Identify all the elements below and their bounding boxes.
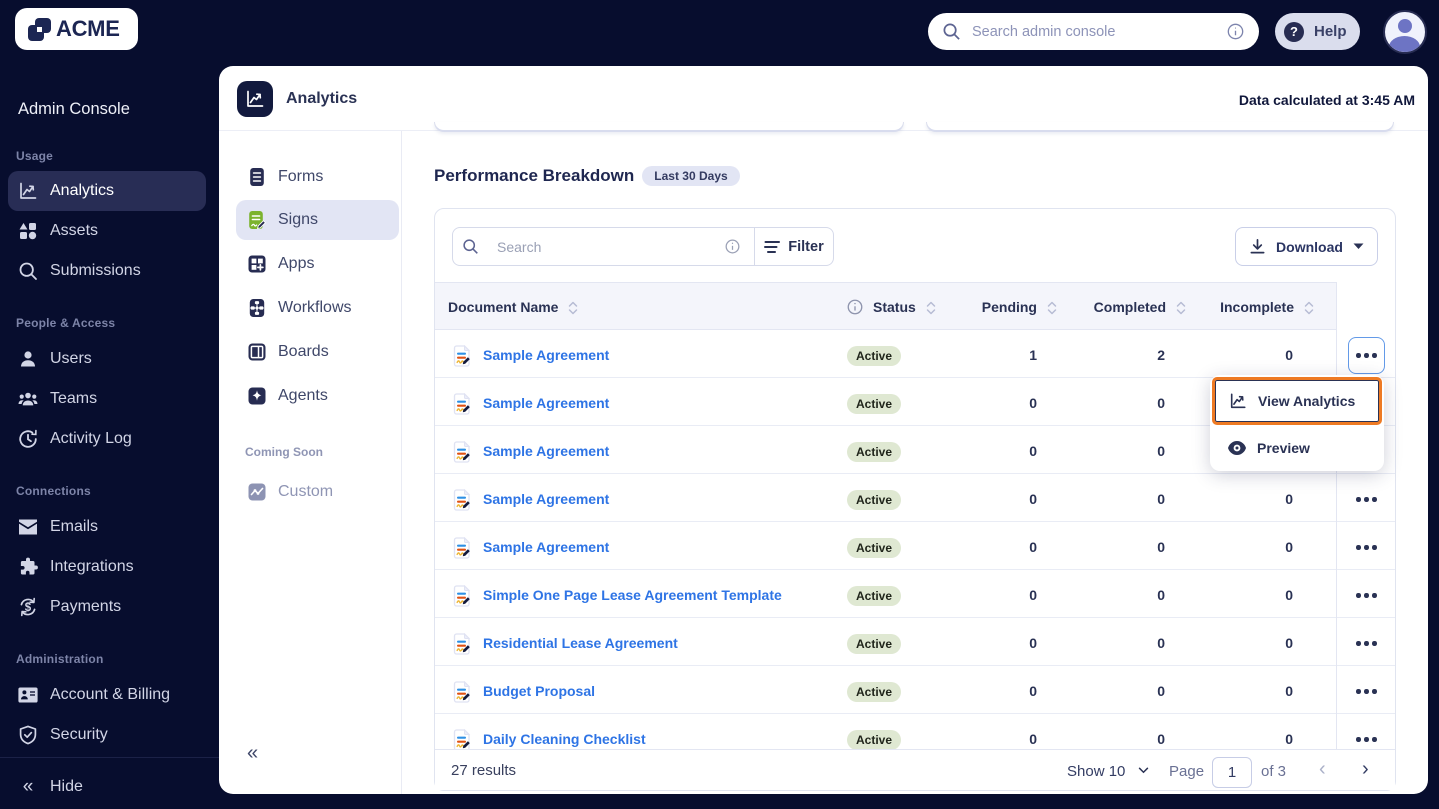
svg-text:$: $	[25, 602, 32, 614]
